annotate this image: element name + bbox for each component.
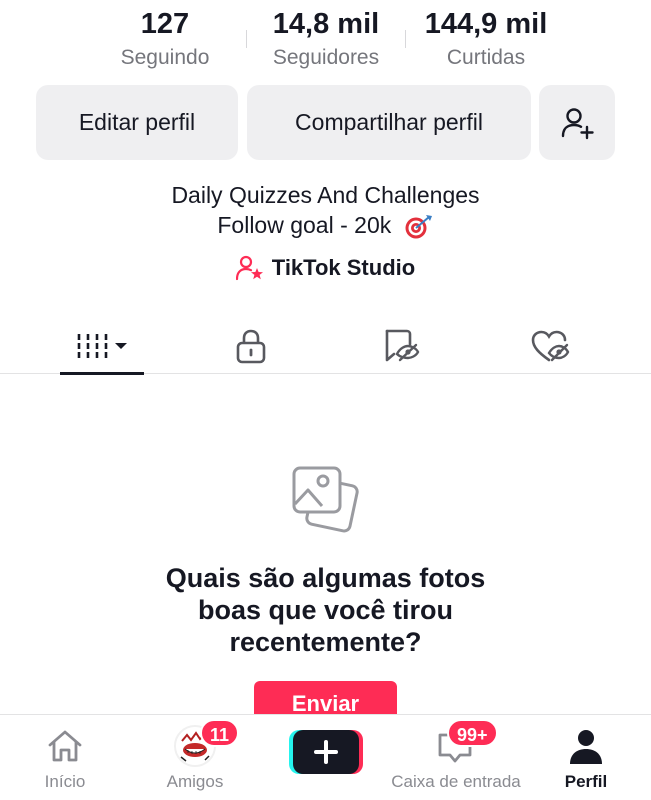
lock-icon bbox=[236, 329, 266, 364]
following-label: Seguindo bbox=[120, 46, 210, 69]
tab-private[interactable] bbox=[206, 318, 296, 374]
nav-home-label: Início bbox=[44, 772, 86, 791]
stat-divider bbox=[405, 30, 406, 48]
following-count: 127 bbox=[140, 8, 190, 40]
add-person-icon bbox=[561, 107, 594, 139]
target-icon bbox=[405, 214, 432, 239]
likes-count: 144,9 mil bbox=[424, 8, 548, 40]
likes-stat[interactable]: 144,9 mil Curtidas bbox=[410, 6, 562, 72]
nav-inbox[interactable]: 99+ Caixa de entrada bbox=[385, 715, 527, 800]
creator-star-icon bbox=[235, 255, 263, 281]
profile-tabs bbox=[0, 318, 651, 375]
heart-hidden-icon bbox=[531, 330, 570, 362]
prompt-line-1: Quais são algumas fotos bbox=[165, 563, 486, 593]
empty-state-prompt: Quais são algumas fotos boas que você ti… bbox=[100, 562, 551, 658]
nav-home[interactable]: Início bbox=[22, 715, 108, 800]
edit-profile-button[interactable]: Editar perfil bbox=[36, 85, 238, 160]
prompt-line-3: recentemente? bbox=[229, 627, 422, 657]
likes-label: Curtidas bbox=[446, 46, 526, 69]
tab-videos[interactable] bbox=[60, 318, 144, 375]
tiktok-studio-link[interactable]: TikTok Studio bbox=[0, 255, 651, 281]
profile-icon bbox=[570, 730, 602, 764]
bio-line-1: Daily Quizzes And Challenges bbox=[171, 182, 480, 208]
following-stat[interactable]: 127 Seguindo bbox=[105, 6, 225, 72]
create-video-button[interactable] bbox=[289, 728, 363, 776]
nav-friends[interactable]: 11 Amigos bbox=[150, 715, 240, 800]
bio-line-2-text: Follow goal - 20k bbox=[217, 212, 392, 238]
active-tab-indicator bbox=[60, 372, 144, 375]
stat-divider bbox=[246, 30, 247, 48]
followers-count: 14,8 mil bbox=[272, 8, 380, 40]
bio-line-2: Follow goal - 20k bbox=[0, 210, 651, 240]
share-profile-button[interactable]: Compartilhar perfil bbox=[247, 85, 531, 160]
add-friend-button[interactable] bbox=[539, 85, 615, 160]
nav-inbox-label: Caixa de entrada bbox=[391, 772, 521, 791]
tab-liked[interactable] bbox=[505, 318, 595, 374]
home-icon bbox=[48, 730, 82, 762]
followers-stat[interactable]: 14,8 mil Seguidores bbox=[255, 6, 397, 72]
nav-profile-label: Perfil bbox=[564, 772, 608, 791]
profile-stats: 127 Seguindo 14,8 mil Seguidores 144,9 m… bbox=[0, 0, 651, 80]
prompt-line-2: boas que você tirou bbox=[197, 595, 454, 625]
tab-reposts[interactable] bbox=[355, 318, 445, 374]
tiktok-studio-label: TikTok Studio bbox=[271, 255, 416, 280]
followers-label: Seguidores bbox=[272, 46, 380, 69]
grid-icon bbox=[77, 334, 127, 358]
nav-friends-label: Amigos bbox=[166, 772, 224, 791]
nav-profile[interactable]: Perfil bbox=[548, 715, 624, 800]
friends-badge: 11 bbox=[200, 719, 240, 747]
repost-hidden-icon bbox=[385, 329, 420, 362]
photos-icon bbox=[292, 466, 359, 533]
profile-bio: Daily Quizzes And Challenges Follow goal… bbox=[0, 180, 651, 240]
inbox-badge: 99+ bbox=[447, 719, 498, 747]
